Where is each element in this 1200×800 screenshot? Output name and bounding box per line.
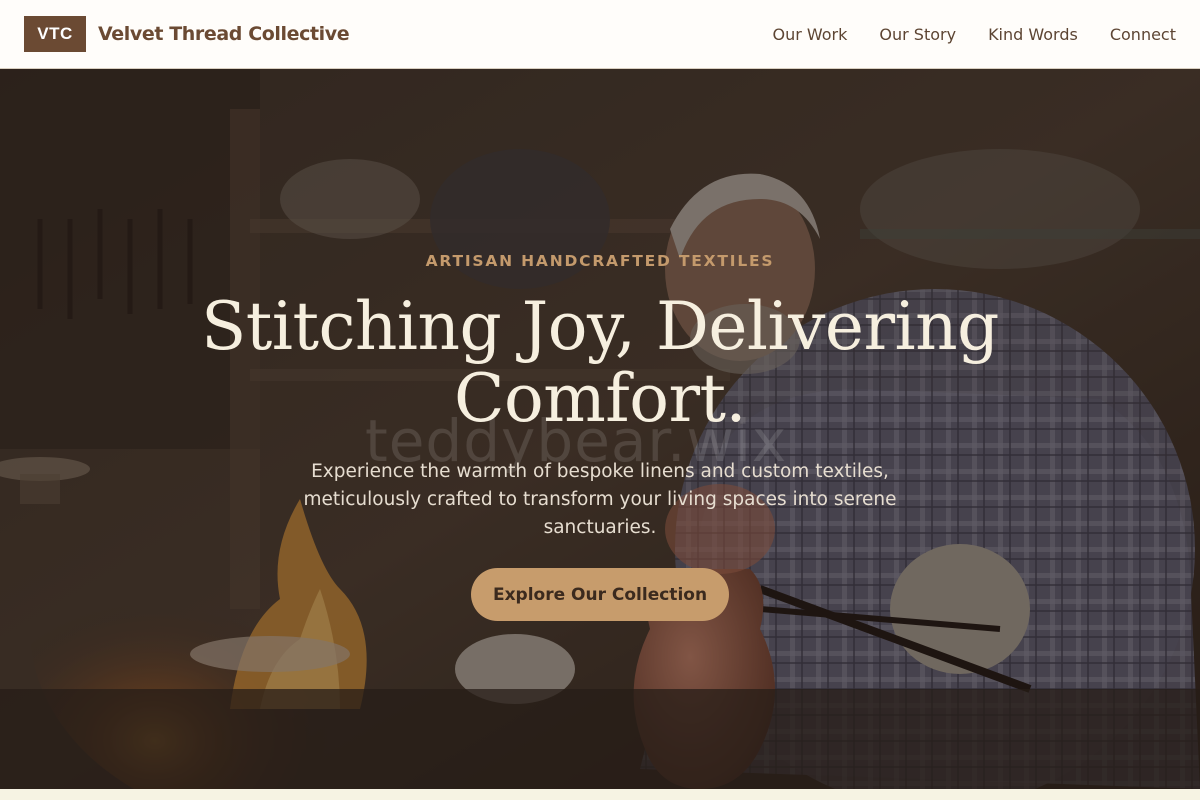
hero-subtext: Experience the warmth of bespoke linens … bbox=[303, 461, 897, 538]
nav-link-our-story[interactable]: Our Story bbox=[879, 25, 956, 44]
hero-eyebrow: ARTISAN HANDCRAFTED TEXTILES bbox=[425, 252, 775, 270]
brand-name[interactable]: Velvet Thread Collective bbox=[98, 23, 350, 45]
nav-link-our-work[interactable]: Our Work bbox=[772, 25, 847, 44]
nav-link-kind-words[interactable]: Kind Words bbox=[988, 25, 1078, 44]
main-nav: Our Work Our Story Kind Words Connect bbox=[772, 25, 1176, 44]
logo-badge[interactable]: VTC bbox=[24, 16, 86, 52]
next-section-edge bbox=[0, 789, 1200, 800]
site-header: VTC Velvet Thread Collective Our Work Ou… bbox=[0, 0, 1200, 69]
nav-link-connect[interactable]: Connect bbox=[1110, 25, 1176, 44]
explore-collection-button[interactable]: Explore Our Collection bbox=[471, 568, 729, 621]
hero-section: ARTISAN HANDCRAFTED TEXTILES Stitching J… bbox=[0, 69, 1200, 789]
